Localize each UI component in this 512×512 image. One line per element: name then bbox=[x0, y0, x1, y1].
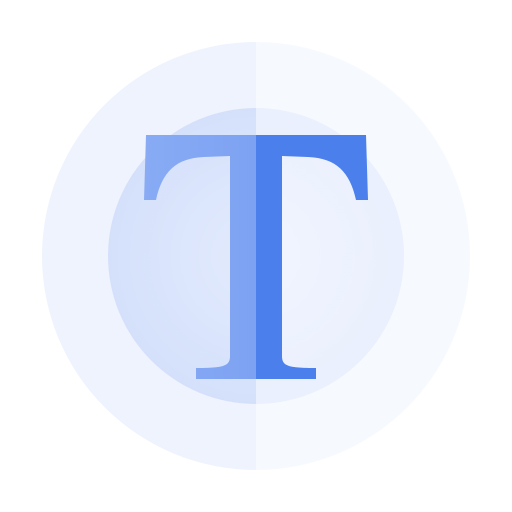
text-tool-icon bbox=[42, 42, 470, 470]
app-icon bbox=[0, 0, 512, 512]
